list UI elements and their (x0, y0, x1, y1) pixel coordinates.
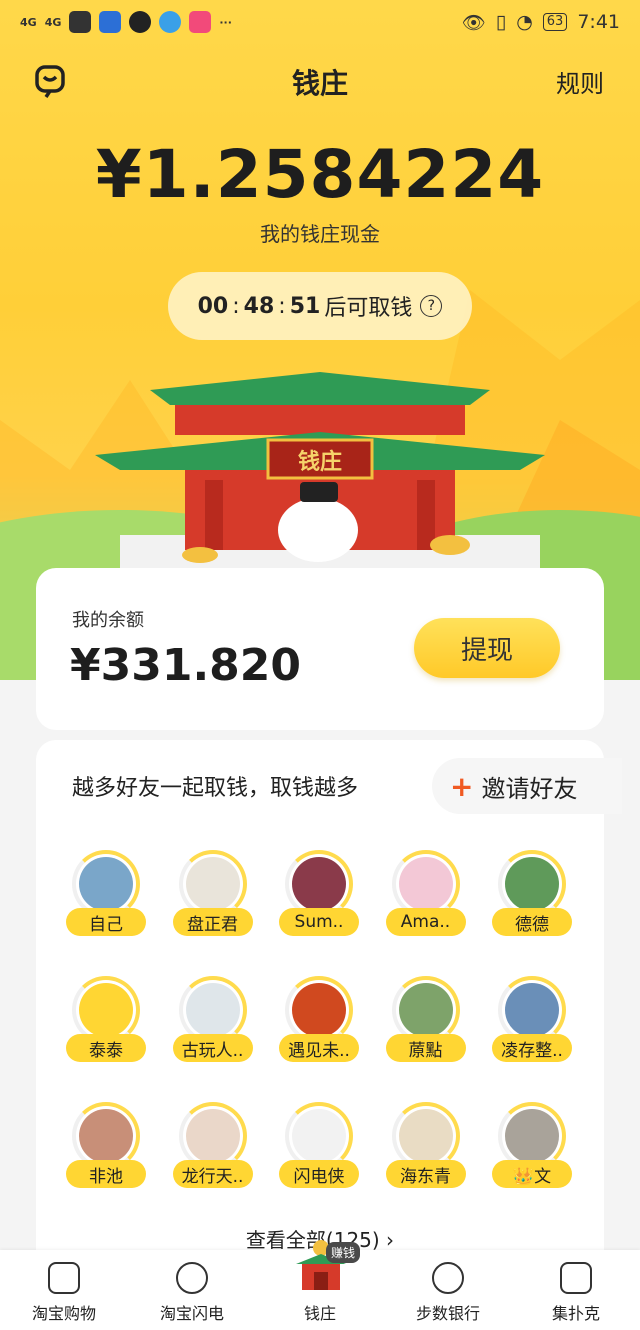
friend-name: 👑文 (492, 1160, 572, 1188)
tab-step-bank[interactable]: 步数银行 (384, 1250, 512, 1330)
tab-label: 集扑克 (551, 1304, 600, 1323)
earn-badge: 赚钱 (326, 1242, 361, 1263)
friend-name: 古玩人.. (172, 1034, 253, 1062)
friend-avatar (398, 1109, 453, 1163)
friend-item[interactable]: Ama.. (385, 850, 466, 946)
spade-card-icon (560, 1262, 592, 1294)
friend-name: 德德 (492, 908, 572, 936)
friend-name: 蒝點 (385, 1034, 466, 1062)
status-bar: 4G 4G ··· 👁 ▯ ◔ 63 7:41 (0, 0, 640, 44)
friend-avatar (292, 857, 346, 911)
friend-item[interactable]: 蒝點 (385, 976, 466, 1072)
friend-item[interactable]: Sum.. (279, 850, 359, 946)
friend-avatar (292, 983, 346, 1037)
friend-item[interactable]: 盘正君 (172, 850, 253, 946)
timer-seconds: 51 (289, 293, 321, 319)
tab-label: 淘宝购物 (31, 1304, 96, 1323)
friend-item[interactable]: 👑文 (492, 1102, 572, 1198)
qq-icon (129, 11, 152, 33)
clock: 7:41 (577, 11, 620, 33)
friend-name: 闪电侠 (279, 1160, 359, 1188)
friend-item[interactable]: 遇见未.. (279, 976, 359, 1072)
top-nav: 钱庄 规则 (0, 58, 640, 108)
shopping-bag-icon (48, 1262, 80, 1294)
rules-link[interactable]: 规则 (556, 64, 604, 99)
friend-avatar (505, 983, 559, 1037)
withdraw-button[interactable]: 提现 (414, 618, 560, 678)
friend-item[interactable]: 闪电侠 (279, 1102, 359, 1198)
friends-heading: 越多好友一起取钱，取钱越多 (72, 776, 359, 801)
battery-indicator: 63 (542, 13, 568, 31)
tab-label: 钱庄 (303, 1304, 336, 1323)
friend-item[interactable]: 古玩人.. (172, 976, 253, 1072)
friend-avatar (505, 1109, 559, 1163)
tab-poker[interactable]: 集扑克 (512, 1250, 640, 1330)
timer-suffix: 后可取钱 (324, 296, 413, 321)
bird-notification-icon (99, 11, 122, 33)
friend-name: Sum.. (279, 908, 359, 936)
signal-1-label: 4G (20, 15, 37, 29)
eye-icon: 👁 (461, 11, 486, 34)
temple-sign: 钱庄 (297, 450, 342, 475)
balance-card: 我的余额 ¥331.820 提现 (36, 568, 604, 730)
speed-icon: ◔ (516, 11, 533, 33)
lightning-icon (176, 1262, 208, 1294)
help-icon[interactable]: ? (420, 295, 443, 317)
page-title: 钱庄 (291, 67, 348, 100)
tab-label: 淘宝闪电 (159, 1304, 224, 1323)
friend-avatar (79, 1109, 133, 1163)
bottom-tab-bar: 淘宝购物 淘宝闪电 赚钱 钱庄 步数银行 集扑克 (0, 1240, 640, 1330)
friend-avatar (398, 983, 453, 1037)
friend-name: 凌存整.. (492, 1034, 572, 1062)
friend-name: 非池 (66, 1160, 146, 1188)
timer-hours: 00 (197, 293, 229, 319)
friend-name: 盘正君 (172, 908, 253, 936)
cash-label: 我的钱庄现金 (260, 222, 380, 246)
friends-section: 越多好友一起取钱，取钱越多 + 邀请好友 自己 盘正君 Sum.. Ama.. 德德泰泰… (36, 740, 622, 1260)
cash-amount: ¥1.2584224 (95, 136, 545, 213)
signal-2-label: 4G (44, 15, 62, 29)
friend-name: Ama.. (385, 908, 466, 936)
balance-amount: ¥331.820 (70, 640, 302, 691)
friend-item[interactable]: 海东青 (385, 1102, 466, 1198)
tab-label: 步数银行 (415, 1304, 480, 1323)
withdraw-timer: 00: 48: 51 后可取钱 ? (168, 272, 472, 340)
video-app-icon (189, 11, 212, 33)
friend-name: 海东青 (385, 1160, 466, 1188)
friend-item[interactable]: 德德 (492, 850, 572, 946)
friend-item[interactable]: 非池 (66, 1102, 146, 1198)
balance-label: 我的余额 (72, 610, 144, 631)
friend-item[interactable]: 自己 (66, 850, 146, 946)
friend-avatar (185, 983, 240, 1037)
plus-icon: + (450, 769, 474, 803)
invite-friends-button[interactable]: + 邀请好友 (432, 758, 622, 814)
friend-name: 龙行天.. (172, 1160, 253, 1188)
browser-icon (159, 11, 182, 33)
friend-name: 自己 (66, 908, 146, 936)
tab-qianzhuang[interactable]: 赚钱 钱庄 (256, 1240, 384, 1330)
friend-avatar (79, 857, 133, 911)
friend-name: 遇见未.. (279, 1034, 359, 1062)
tab-taobao-shopping[interactable]: 淘宝购物 (0, 1250, 128, 1330)
app-notification-icon (69, 11, 92, 33)
friend-avatar (398, 857, 453, 911)
friend-avatar (505, 857, 559, 911)
more-notifications: ··· (219, 15, 232, 29)
friend-avatar (185, 857, 240, 911)
footprint-icon (432, 1262, 464, 1294)
friend-item[interactable]: 泰泰 (66, 976, 146, 1072)
friend-name: 泰泰 (66, 1034, 146, 1062)
timer-minutes: 48 (243, 293, 275, 319)
invite-label: 邀请好友 (481, 774, 578, 803)
friend-avatar (292, 1109, 346, 1163)
vibrate-icon: ▯ (495, 11, 507, 33)
friend-item[interactable]: 凌存整.. (492, 976, 572, 1072)
friend-item[interactable]: 龙行天.. (172, 1102, 253, 1198)
friend-avatar (185, 1109, 240, 1163)
friend-avatar (79, 983, 133, 1037)
tab-taobao-flash[interactable]: 淘宝闪电 (128, 1250, 256, 1330)
